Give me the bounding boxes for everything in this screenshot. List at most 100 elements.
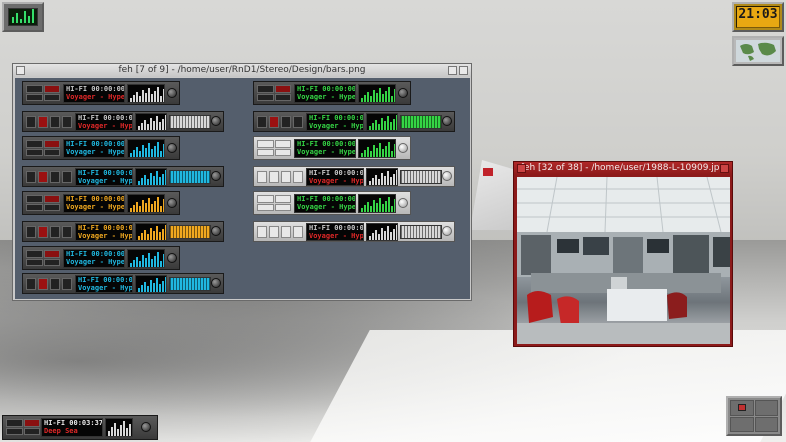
player-skin[interactable]: HI-FI 00:00:00Voyager - Hyper <box>22 273 224 294</box>
volume-knob[interactable] <box>442 171 452 181</box>
prev-button[interactable] <box>26 203 43 211</box>
record-button[interactable] <box>269 226 279 238</box>
monitor-icon[interactable] <box>2 2 44 32</box>
next-button[interactable] <box>293 226 303 238</box>
prev-button[interactable] <box>26 258 43 266</box>
prev-button[interactable] <box>281 116 291 128</box>
play-button[interactable] <box>26 140 43 148</box>
volume-knob[interactable] <box>141 422 151 432</box>
next-button[interactable] <box>23 427 40 435</box>
play-button[interactable] <box>257 171 267 183</box>
next-button[interactable] <box>62 226 72 238</box>
player-skin[interactable]: HI-FI 00:00:00Voyager - Hyper <box>253 166 455 187</box>
taskbar-player[interactable]: HI-FI 00:03:37 Deep Sea <box>2 415 158 440</box>
play-button[interactable] <box>6 419 23 427</box>
prev-button[interactable] <box>26 148 43 156</box>
record-button[interactable] <box>43 250 60 258</box>
player-skin[interactable]: HI-FI 00:00:00Voyager - Hyper <box>22 246 180 270</box>
play-button[interactable] <box>26 278 36 290</box>
transport-controls[interactable] <box>26 278 72 290</box>
record-button[interactable] <box>23 419 40 427</box>
prev-button[interactable] <box>50 226 60 238</box>
next-button[interactable] <box>43 203 60 211</box>
record-button[interactable] <box>38 278 48 290</box>
transport-controls[interactable] <box>257 140 291 156</box>
pager-desktop-1[interactable] <box>730 400 754 416</box>
record-button[interactable] <box>38 226 48 238</box>
volume-knob[interactable] <box>167 143 177 153</box>
transport-controls[interactable] <box>6 419 40 435</box>
player-skin[interactable]: HI-FI 00:00:00Voyager - Hyper <box>253 221 455 242</box>
transport-controls[interactable] <box>257 226 303 238</box>
transport-controls[interactable] <box>26 85 60 101</box>
record-button[interactable] <box>274 140 291 148</box>
play-button[interactable] <box>26 171 36 183</box>
prev-button[interactable] <box>6 427 23 435</box>
volume-knob[interactable] <box>211 116 221 126</box>
photo-window[interactable]: feh [32 of 38] - /home/user/1988-L-10909… <box>513 161 733 347</box>
player-skin[interactable]: HI-FI 00:00:00Voyager - Hyper <box>253 136 411 160</box>
bars-window-titlebar[interactable]: feh [7 of 9] - /home/user/RnD1/Stereo/De… <box>13 64 471 77</box>
volume-knob[interactable] <box>167 88 177 98</box>
play-button[interactable] <box>257 226 267 238</box>
next-button[interactable] <box>293 171 303 183</box>
player-skin[interactable]: HI-FI 00:00:00Voyager - Hyper <box>253 81 411 105</box>
record-button[interactable] <box>43 195 60 203</box>
next-button[interactable] <box>43 148 60 156</box>
prev-button[interactable] <box>257 93 274 101</box>
next-button[interactable] <box>62 171 72 183</box>
maximize-button[interactable] <box>720 164 729 173</box>
prev-button[interactable] <box>26 93 43 101</box>
next-button[interactable] <box>62 116 72 128</box>
pager-desktop-4[interactable] <box>754 416 778 432</box>
next-button[interactable] <box>274 148 291 156</box>
play-button[interactable] <box>257 85 274 93</box>
player-skin[interactable]: HI-FI 00:00:00Voyager - Hyper <box>22 221 224 242</box>
transport-controls[interactable] <box>257 85 291 101</box>
pager-icon[interactable] <box>726 396 782 436</box>
player-skin[interactable]: HI-FI 00:00:00Voyager - Hyper <box>253 191 411 215</box>
transport-controls[interactable] <box>26 195 60 211</box>
player-skin[interactable]: HI-FI 00:00:00Voyager - Hyper <box>22 166 224 187</box>
window-menu-button[interactable] <box>16 66 25 75</box>
volume-knob[interactable] <box>211 226 221 236</box>
pager-desktop-2[interactable] <box>754 400 778 416</box>
volume-knob[interactable] <box>398 143 408 153</box>
volume-knob[interactable] <box>167 253 177 263</box>
play-button[interactable] <box>26 116 36 128</box>
record-button[interactable] <box>274 85 291 93</box>
prev-button[interactable] <box>50 116 60 128</box>
player-skin[interactable]: HI-FI 00:00:00Voyager - Hyper <box>22 111 224 132</box>
volume-knob[interactable] <box>398 88 408 98</box>
transport-controls[interactable] <box>257 116 303 128</box>
photo-window-titlebar[interactable]: feh [32 of 38] - /home/user/1988-L-10909… <box>514 162 732 175</box>
volume-knob[interactable] <box>398 198 408 208</box>
clock-widget[interactable]: 21:03 <box>732 2 784 32</box>
next-button[interactable] <box>293 116 303 128</box>
player-skin[interactable]: HI-FI 00:00:00Voyager - Hyper <box>253 111 455 132</box>
next-button[interactable] <box>43 258 60 266</box>
record-button[interactable] <box>274 195 291 203</box>
play-button[interactable] <box>257 116 267 128</box>
play-button[interactable] <box>26 250 43 258</box>
globe-icon[interactable] <box>732 36 784 66</box>
prev-button[interactable] <box>281 171 291 183</box>
record-button[interactable] <box>43 140 60 148</box>
record-button[interactable] <box>38 171 48 183</box>
record-button[interactable] <box>269 116 279 128</box>
transport-controls[interactable] <box>26 116 72 128</box>
record-button[interactable] <box>269 171 279 183</box>
record-button[interactable] <box>38 116 48 128</box>
next-button[interactable] <box>274 203 291 211</box>
volume-knob[interactable] <box>211 171 221 181</box>
play-button[interactable] <box>26 226 36 238</box>
volume-knob[interactable] <box>167 198 177 208</box>
transport-controls[interactable] <box>26 250 60 266</box>
play-button[interactable] <box>257 140 274 148</box>
next-button[interactable] <box>62 278 72 290</box>
prev-button[interactable] <box>281 226 291 238</box>
next-button[interactable] <box>274 93 291 101</box>
minimize-button[interactable] <box>448 66 457 75</box>
window-menu-button[interactable] <box>517 164 526 173</box>
player-skin[interactable]: HI-FI 00:00:00Voyager - Hyper <box>22 136 180 160</box>
